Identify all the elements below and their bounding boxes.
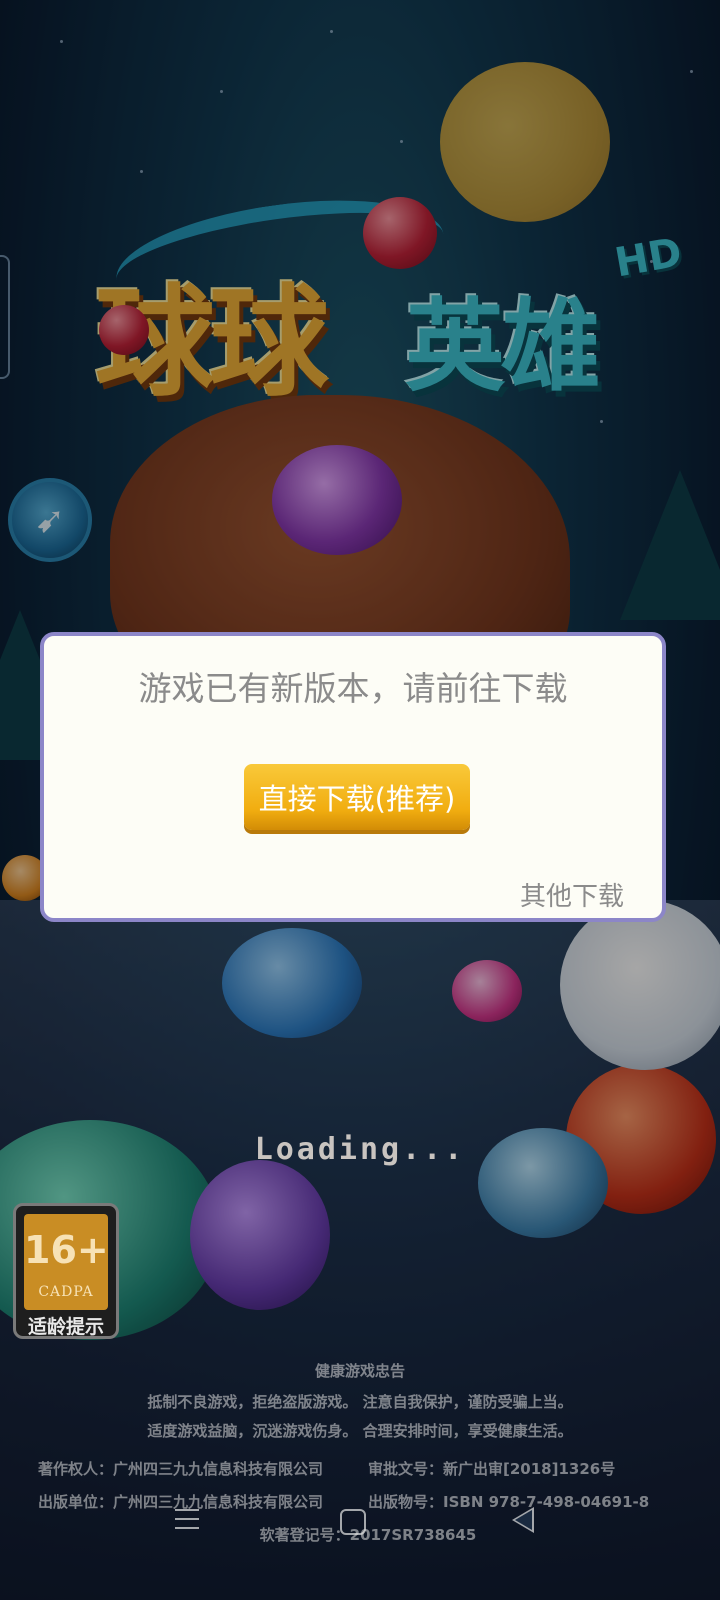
age-rating-number: 16+ — [24, 1228, 109, 1272]
loading-text: Loading... — [254, 1132, 466, 1167]
menu-icon[interactable] — [175, 1509, 199, 1531]
advisory-line-2: 适度游戏益脑，沉迷游戏伤身。 合理安排时间，享受健康生活。 — [147, 1422, 573, 1440]
age-rating-tip: 适龄提示 — [27, 1316, 104, 1338]
game-screen: 球球 英雄 HD ➹ 游戏已有新版本，请前往下载 直接下载(推荐) 其他下载 L… — [0, 0, 720, 1600]
advisory-line-1: 抵制不良游戏，拒绝盗版游戏。 注意自我保护，谨防受骗上当。 — [147, 1393, 573, 1411]
advisory-title: 健康游戏忠告 — [314, 1362, 405, 1380]
dialog-message: 游戏已有新版本，请前往下载 — [138, 669, 568, 708]
direct-download-button[interactable]: 直接下载(推荐) — [244, 764, 470, 830]
age-rating-badge: 16+ CADPA 适龄提示 — [13, 1203, 119, 1339]
system-nav-bar — [0, 1505, 720, 1549]
other-download-link[interactable]: 其他下载 — [520, 876, 624, 913]
age-rating-org: CADPA — [38, 1284, 94, 1300]
approval-number: 审批文号：新广出审[2018]1326号 — [368, 1460, 616, 1478]
age-rating-panel: 16+ CADPA — [24, 1214, 109, 1310]
copyright-owner: 著作权人：广州四三九九信息科技有限公司 — [38, 1460, 324, 1478]
update-dialog: 游戏已有新版本，请前往下载 直接下载(推荐) 其他下载 — [40, 632, 666, 922]
home-icon[interactable] — [340, 1509, 366, 1535]
health-advisory: 健康游戏忠告 抵制不良游戏，拒绝盗版游戏。 注意自我保护，谨防受骗上当。 适度游… — [0, 1360, 720, 1449]
back-icon[interactable] — [512, 1507, 534, 1533]
